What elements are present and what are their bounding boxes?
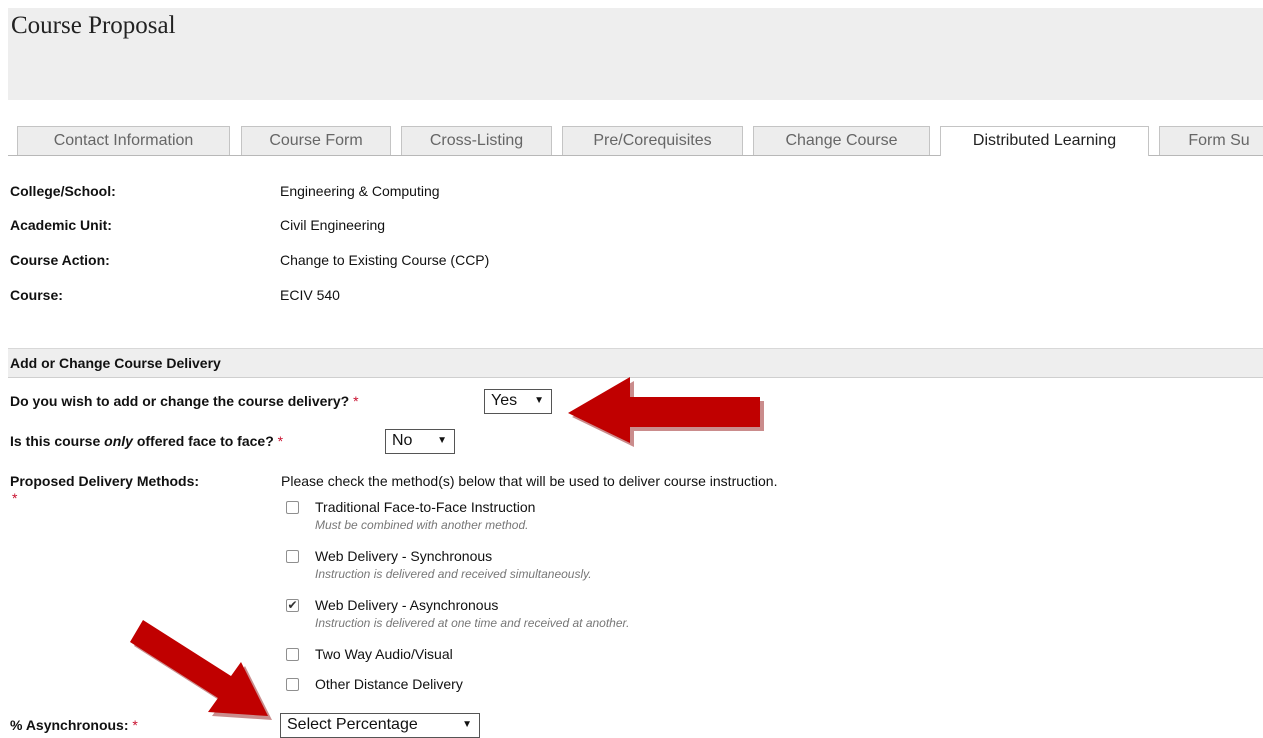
- annotation-arrows: [130, 377, 764, 720]
- annotation-arrow-right: [568, 377, 764, 447]
- tab-distributed-learning[interactable]: Distributed Learning: [940, 126, 1149, 156]
- annotation-arrow-down-right: [130, 620, 272, 720]
